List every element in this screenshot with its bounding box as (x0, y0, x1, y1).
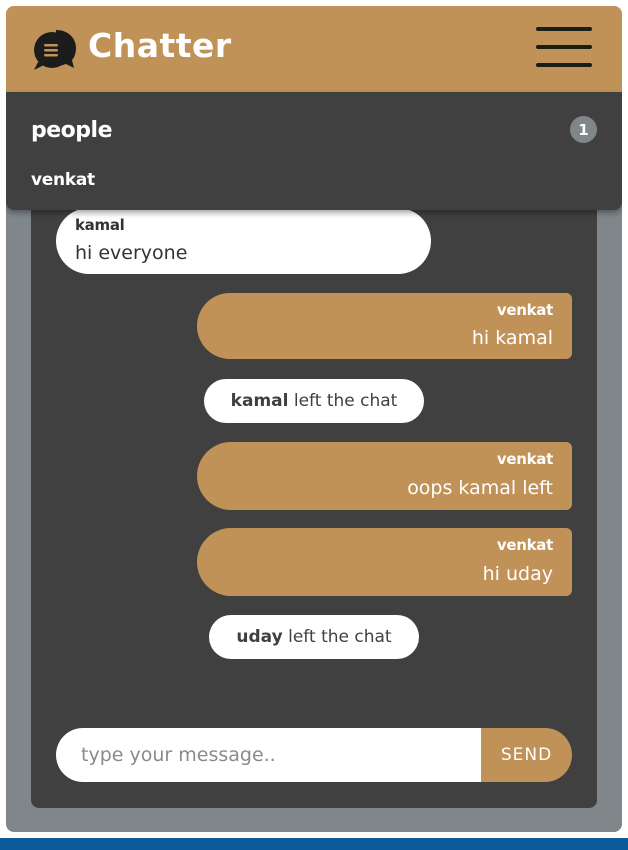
people-count-badge: 1 (570, 116, 597, 143)
system-notice: kamal left the chat (204, 379, 424, 423)
people-title: people (31, 118, 113, 143)
message-text: hi uday (482, 563, 553, 585)
message-text: hi kamal (471, 327, 553, 349)
message-sender: venkat (496, 450, 553, 468)
system-notice: uday left the chat (209, 615, 419, 659)
message-text: hi everyone (75, 242, 188, 264)
send-button[interactable]: SEND (481, 728, 572, 782)
hamburger-icon-bar (536, 63, 592, 67)
message-input[interactable] (56, 728, 481, 782)
message-bubble: venkat hi uday (197, 528, 572, 596)
menu-button[interactable] (536, 26, 594, 68)
notice-text: left the chat (293, 391, 398, 411)
hamburger-icon-bar (536, 45, 592, 49)
message-sender: kamal (75, 216, 125, 234)
chat-bubble-icon (34, 30, 76, 70)
people-list-item[interactable]: venkat (31, 170, 95, 190)
people-panel: people 1 venkat (6, 92, 622, 210)
bottom-accent-bar (0, 838, 628, 850)
message-bubble: venkat hi kamal (197, 293, 572, 359)
message-text: oops kamal left (407, 477, 553, 499)
message-sender: venkat (496, 536, 553, 554)
chat-area: kamal hi everyone venkat hi kamal kamal … (31, 126, 597, 808)
message-composer: SEND (56, 728, 572, 782)
notice-user: kamal (230, 391, 289, 411)
notice-user: uday (236, 627, 283, 647)
message-bubble: venkat oops kamal left (197, 442, 572, 510)
app-title: Chatter (88, 26, 232, 65)
app-header: Chatter (6, 6, 622, 92)
hamburger-icon-bar (536, 27, 592, 31)
chat-app: Chatter kamal hi everyone venkat hi kama… (6, 6, 622, 832)
message-sender: venkat (496, 301, 553, 319)
notice-text: left the chat (288, 627, 392, 647)
message-bubble: kamal hi everyone (56, 208, 431, 274)
